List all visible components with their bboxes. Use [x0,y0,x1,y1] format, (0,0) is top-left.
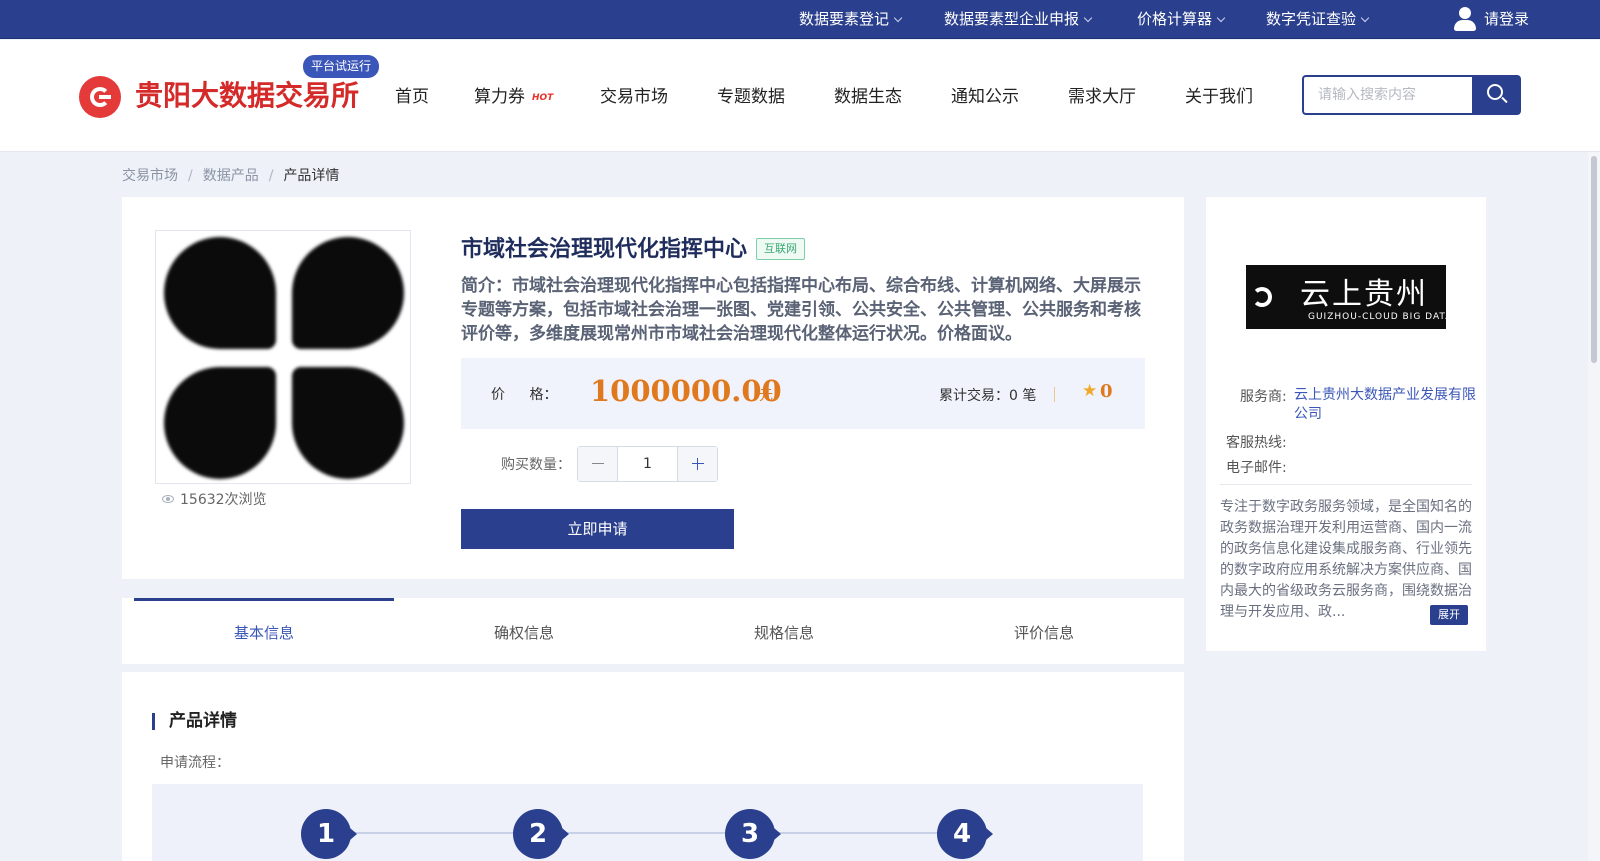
view-count: 15632次浏览 [162,489,267,509]
nav-home[interactable]: 首页 [395,82,429,107]
nav-compute-voucher[interactable]: 算力券 [474,82,525,107]
chevron-down-icon [1216,13,1226,23]
breadcrumb: 交易市场 / 数据产品 / 产品详情 [122,168,340,184]
topbar-item-data-registration[interactable]: 数据要素登记 [799,0,903,39]
nav-topic-data[interactable]: 专题数据 [717,82,785,107]
nav-market[interactable]: 交易市场 [600,82,668,107]
site-logo-icon[interactable] [79,76,121,118]
apply-now-button[interactable]: 立即申请 [461,509,734,549]
flow-step: 1 [301,809,357,859]
hot-badge: HOT [532,93,554,103]
flow-label: 申请流程： [160,755,230,771]
topbar-item-enterprise-application[interactable]: 数据要素型企业申报 [944,0,1093,39]
price-value: 1000000.00 [590,374,782,408]
provider-name-link[interactable]: 云上贵州大数据产业发展有限公司 [1294,386,1476,424]
section-title: 产品详情 [152,713,237,730]
hotline-label: 客服热线: [1226,435,1287,451]
search-input[interactable] [1302,75,1472,115]
price-panel: 价 格： 1000000.00 元 累计交易：0 笔 ★ 0 [461,358,1145,429]
trial-badge: 平台试运行 [303,55,380,78]
user-icon[interactable] [1454,7,1476,31]
merchant-card: 云上贵州 GUIZHOU-CLOUD BIG DATA 服务商: 云上贵州大数据… [1206,197,1486,651]
product-card: 15632次浏览 市域社会治理现代化指挥中心 互联网 简介：市域社会治理现代化指… [122,197,1184,579]
search-button[interactable] [1472,75,1521,115]
flow-step: 4 [937,809,993,859]
email-label: 电子邮件: [1226,460,1287,476]
quantity-input[interactable] [618,447,677,481]
topbar-item-price-calculator[interactable]: 价格计算器 [1137,0,1226,39]
product-title: 市域社会治理现代化指挥中心 [461,237,748,262]
quantity-decrease-button[interactable] [578,447,618,481]
price-label: 价 格： [491,387,558,403]
eye-icon [162,495,174,503]
tab-review-info[interactable]: 评价信息 [914,598,1174,664]
tab-spec-info[interactable]: 规格信息 [654,598,914,664]
application-flow: 1 2 3 4 [152,784,1143,861]
breadcrumb-current: 产品详情 [283,168,340,184]
quantity-stepper [577,446,718,482]
chevron-down-icon [893,13,903,23]
merchant-logo: 云上贵州 GUIZHOU-CLOUD BIG DATA [1246,265,1451,329]
topbar-item-credential-check[interactable]: 数字凭证查验 [1266,0,1370,39]
nav-demand-hall[interactable]: 需求大厅 [1068,82,1136,107]
breadcrumb-data-products[interactable]: 数据产品 [203,168,259,184]
nav-about[interactable]: 关于我们 [1185,82,1253,107]
scrollbar-thumb[interactable] [1591,156,1597,363]
nav-ecosystem[interactable]: 数据生态 [834,82,902,107]
product-description: 简介：市域社会治理现代化指挥中心包括指挥中心布局、综合布线、计算机网络、大屏展示… [461,276,1141,344]
breadcrumb-market[interactable]: 交易市场 [122,168,178,184]
top-bar: 数据要素登记 数据要素型企业申报 价格计算器 数字凭证查验 请登录 [0,0,1600,39]
nav-notices[interactable]: 通知公示 [951,82,1019,107]
rating-value: 0 [1100,381,1113,402]
tab-basic-info[interactable]: 基本信息 [134,598,394,664]
main-header: 贵阳大数据交易所 平台试运行 首页 算力券 HOT 交易市场 专题数据 数据生态… [0,40,1600,152]
tab-rights-info[interactable]: 确权信息 [394,598,654,664]
login-link[interactable]: 请登录 [1484,0,1529,39]
product-image [155,230,411,484]
provider-label: 服务商: [1240,389,1287,405]
flow-step: 3 [725,809,781,859]
price-unit: 元 [759,388,773,404]
expand-button[interactable]: 展开 [1430,605,1468,625]
chevron-down-icon [1083,13,1093,23]
product-detail-section: 产品详情 申请流程： 1 2 3 4 [122,672,1184,861]
flow-step: 2 [513,809,569,859]
site-logo-text[interactable]: 贵阳大数据交易所 [135,74,359,114]
info-tabs: 基本信息 确权信息 规格信息 评价信息 [122,598,1184,664]
network-badge: 互联网 [756,238,805,260]
chevron-down-icon [1360,13,1370,23]
star-icon: ★ [1082,381,1098,401]
quantity-label: 购买数量： [501,457,571,473]
quantity-increase-button[interactable] [677,447,717,481]
trade-count: 累计交易：0 笔 [939,388,1037,404]
